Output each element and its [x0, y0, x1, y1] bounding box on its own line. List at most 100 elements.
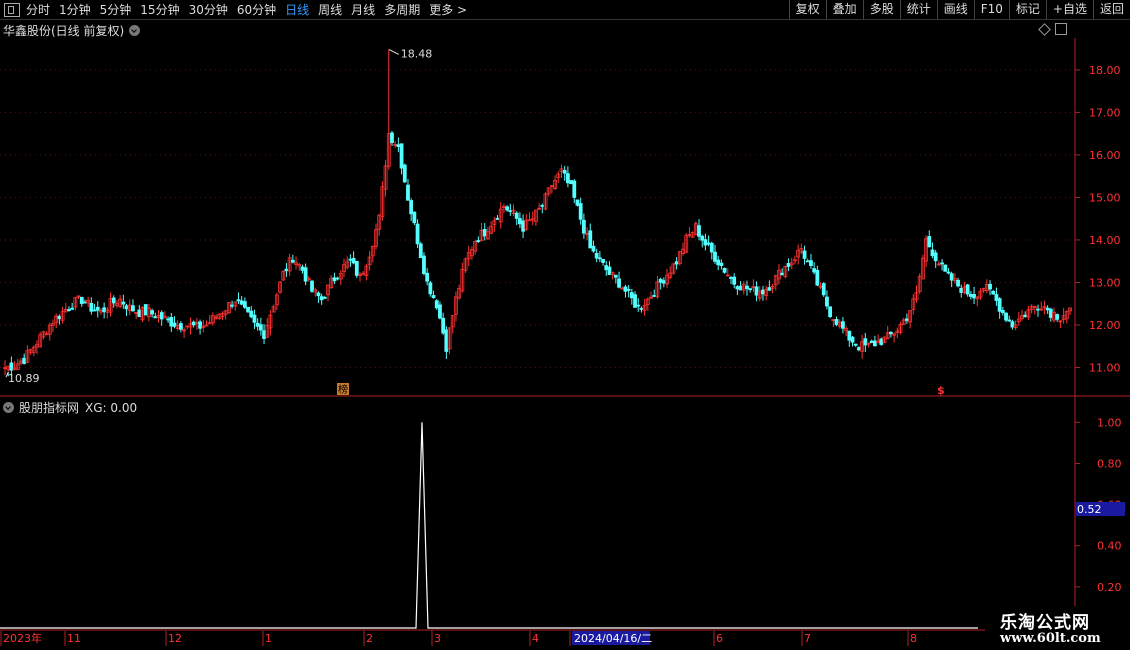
candle-body	[230, 304, 234, 307]
candle-body	[927, 236, 932, 248]
candle-body	[438, 304, 442, 319]
cursor-date-label: 2024/04/16/二	[574, 632, 652, 645]
candle-body	[597, 257, 602, 260]
candle-body	[278, 281, 282, 293]
candle-body	[374, 229, 378, 247]
candle-body	[1042, 306, 1047, 309]
candle-body	[889, 331, 893, 335]
candle-body	[271, 306, 276, 313]
period-tab[interactable]: 分时	[26, 1, 50, 18]
candle-body	[508, 210, 513, 212]
candle-body	[319, 296, 324, 301]
draw-line-button[interactable]: 画线	[936, 0, 974, 19]
add-watchlist-button[interactable]: +自选	[1045, 0, 1093, 19]
candle-body	[952, 278, 957, 282]
chevron-down-icon[interactable]	[3, 402, 14, 413]
candle-body	[866, 342, 871, 345]
candle-body	[207, 322, 212, 325]
toolbar-buttons: 复权 叠加 多股 统计 画线 F10 标记 +自选 返回	[788, 0, 1130, 19]
candle-body	[70, 307, 75, 310]
candle-body	[904, 318, 909, 321]
candle-body	[150, 310, 155, 315]
candle-body	[6, 365, 11, 371]
candle-body	[95, 306, 100, 311]
low-pointer	[5, 371, 9, 378]
candle-body	[86, 299, 91, 304]
candle-body	[41, 331, 46, 338]
overlay-button[interactable]: 叠加	[825, 0, 863, 19]
candle-body	[9, 362, 14, 371]
panel-toggle-icon[interactable]	[1055, 23, 1067, 35]
period-tab[interactable]: 5分钟	[100, 1, 132, 18]
candle-body	[540, 204, 545, 207]
candle-body	[402, 164, 407, 183]
candle-body	[901, 319, 906, 325]
candle-body	[607, 266, 612, 275]
candle-body	[236, 299, 241, 302]
x-tick-label: 11	[67, 632, 81, 645]
statistics-button[interactable]: 统计	[899, 0, 937, 19]
candle-body	[463, 258, 468, 271]
candle-body	[933, 252, 938, 262]
candle-body	[447, 327, 452, 350]
candle-body	[761, 289, 765, 295]
period-tab[interactable]: 周线	[318, 1, 342, 18]
candle-body	[1055, 314, 1060, 320]
y-tick-label: 14.00	[1089, 234, 1121, 247]
chevron-down-icon[interactable]	[129, 25, 141, 36]
more-periods-button[interactable]: 更多 >	[429, 1, 467, 18]
candle-body	[821, 283, 826, 296]
candle-body	[1048, 308, 1053, 318]
candle-body	[281, 271, 286, 281]
x-tick-label: 6	[716, 632, 723, 645]
candle-body	[802, 250, 807, 259]
candle-body	[502, 206, 506, 208]
candle-body	[406, 184, 410, 201]
candle-body	[204, 324, 209, 327]
candle-body	[431, 295, 436, 299]
period-tab[interactable]: 1分钟	[59, 1, 91, 18]
back-button[interactable]: 返回	[1092, 0, 1130, 19]
candle-body	[725, 274, 730, 277]
candle-body	[159, 312, 164, 320]
candle-body	[83, 301, 87, 304]
period-tab[interactable]: 60分钟	[237, 1, 276, 18]
diamond-icon[interactable]	[1038, 23, 1051, 36]
multi-stock-button[interactable]: 多股	[862, 0, 900, 19]
candle-body	[537, 207, 541, 210]
candle-body	[303, 267, 308, 282]
candle-body	[1000, 309, 1005, 314]
candle-body	[364, 265, 369, 276]
candle-body	[316, 292, 321, 297]
candle-body	[470, 249, 474, 257]
candle-body	[575, 199, 580, 206]
candle-body	[354, 260, 359, 276]
candle-body	[217, 313, 222, 320]
period-tab-active[interactable]: 日线	[285, 1, 309, 18]
candle-body	[258, 324, 263, 331]
candle-body	[738, 285, 743, 291]
candle-body	[863, 338, 868, 346]
period-tab[interactable]: 15分钟	[140, 1, 179, 18]
candle-body	[949, 273, 954, 281]
candle-body	[127, 304, 132, 311]
candle-body	[188, 323, 193, 328]
candle-body	[35, 343, 39, 348]
candle-body	[601, 259, 605, 263]
mark-button[interactable]: 标记	[1008, 0, 1046, 19]
f10-button[interactable]: F10	[973, 0, 1009, 19]
period-tab[interactable]: 30分钟	[189, 1, 228, 18]
x-tick-label: 1	[265, 632, 272, 645]
candle-body	[1016, 318, 1021, 323]
period-tab[interactable]: 多周期	[384, 1, 420, 18]
candle-body	[131, 305, 135, 312]
x-tick-label: 4	[532, 632, 539, 645]
period-tab[interactable]: 月线	[351, 1, 375, 18]
candle-body	[153, 316, 158, 319]
window-icon[interactable]	[4, 2, 20, 17]
candle-body	[527, 219, 532, 222]
candle-body	[143, 304, 148, 316]
restore-rights-button[interactable]: 复权	[788, 0, 826, 19]
candle-body	[31, 346, 36, 353]
candle-body	[956, 279, 960, 287]
